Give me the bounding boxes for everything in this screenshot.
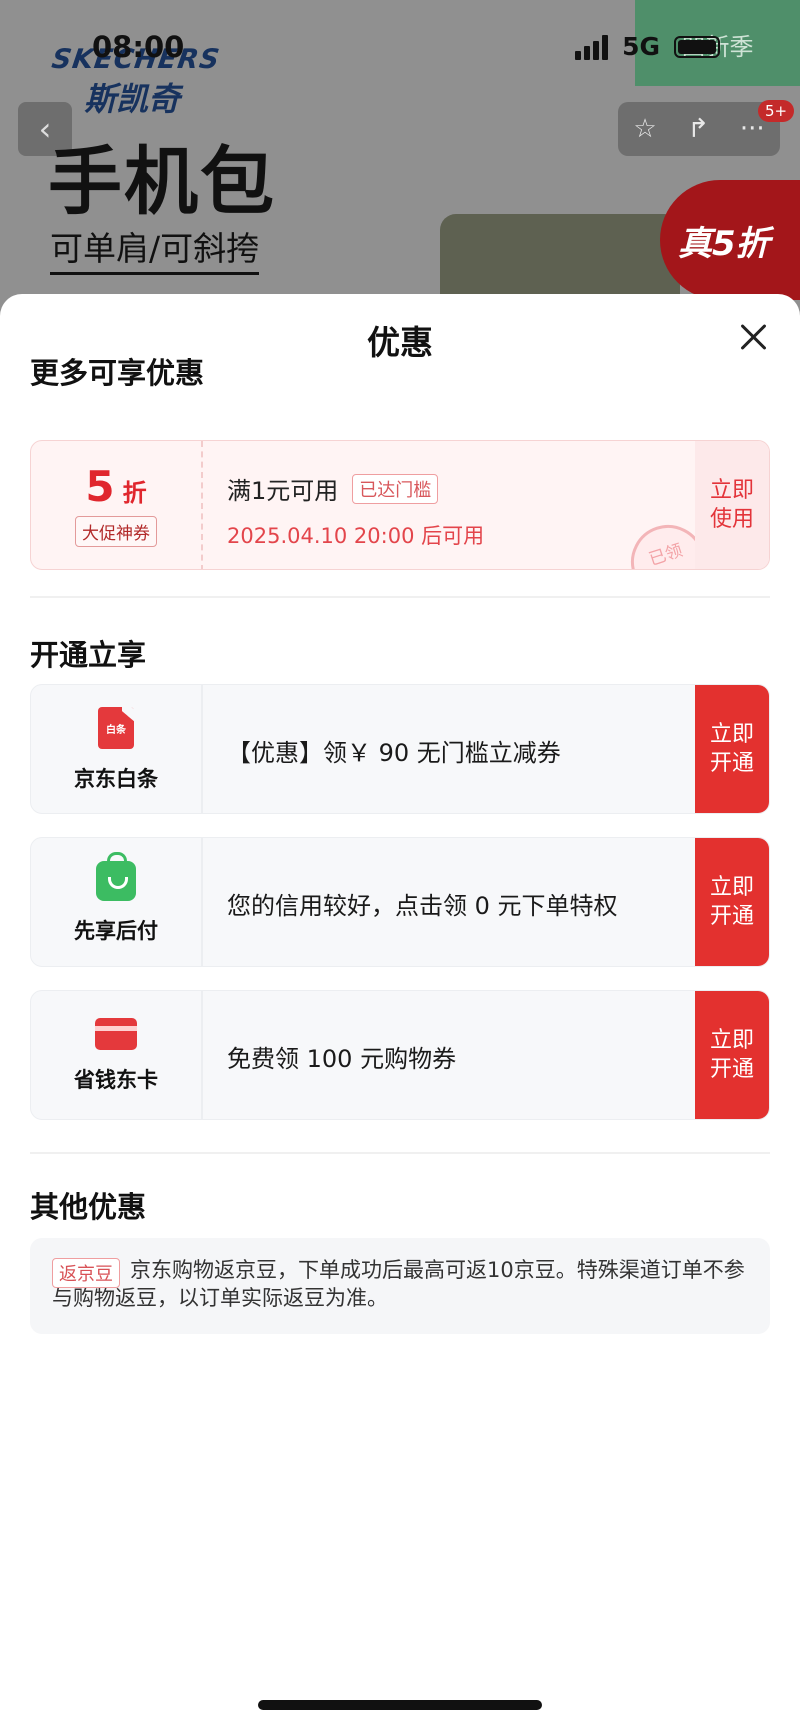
- coupon-card[interactable]: 5折 大促神券 满1元可用 已达门槛 2025.04.10 20:00 后可用 …: [30, 440, 770, 570]
- service-description: 您的信用较好，点击领 0 元下单特权: [227, 891, 618, 920]
- other-discount-box: 返京豆 京东购物返京豆，下单成功后最高可返10京豆。特殊渠道订单不参与购物返豆，…: [30, 1238, 770, 1334]
- coupon-value-block: 5折 大促神券: [31, 441, 203, 569]
- service-description: 【优惠】领￥ 90 无门槛立减券: [227, 738, 561, 767]
- product-title: 手机包: [48, 139, 276, 225]
- section-title-other: 其他优惠: [30, 1190, 147, 1224]
- discount-sheet: 优惠 更多可享优惠 5折 大促神券 满1元可用 已达门槛 2025.04.10 …: [0, 294, 800, 1730]
- service-name: 省钱东卡: [74, 1068, 158, 1092]
- top-action-bar: ☆ ↱ ···: [618, 102, 780, 156]
- baitiao-icon: 白条: [98, 707, 134, 749]
- use-now-button[interactable]: 立即使用: [695, 441, 769, 569]
- signal-icon: [575, 34, 609, 60]
- promo-badge: 真5折: [660, 180, 800, 300]
- divider: [30, 1152, 770, 1154]
- activate-now-button[interactable]: 立即开通: [695, 685, 769, 813]
- threshold-reached-tag: 已达门槛: [352, 473, 439, 504]
- product-subtitle: 可单肩/可斜挎: [50, 222, 260, 275]
- divider: [30, 596, 770, 598]
- service-name: 先享后付: [74, 919, 158, 943]
- activate-now-button[interactable]: 立即开通: [695, 838, 769, 966]
- brand-logo-cn: 斯凯奇: [84, 80, 181, 118]
- coupon-discount: 5折: [85, 461, 147, 511]
- network-label: 5G: [622, 32, 660, 61]
- service-row-pay-later[interactable]: 先享后付 您的信用较好，点击领 0 元下单特权 立即开通: [30, 837, 770, 967]
- section-title-more: 更多可享优惠: [30, 356, 205, 390]
- coupon-type-tag: 大促神券: [75, 515, 157, 547]
- coupon-available-time: 2025.04.10 20:00 后可用: [227, 524, 485, 548]
- status-icons: 5G: [575, 32, 720, 61]
- notification-badge: 5+: [758, 100, 795, 122]
- section-title-activate: 开通立享: [30, 638, 147, 672]
- status-time: 08:00: [92, 30, 185, 64]
- share-icon[interactable]: ↱: [687, 114, 709, 144]
- card-icon: [95, 1018, 137, 1050]
- service-row-savings-card[interactable]: 省钱东卡 免费领 100 元购物券 立即开通: [30, 990, 770, 1120]
- jingdou-tag: 返京豆: [52, 1258, 120, 1288]
- service-row-baitiao[interactable]: 白条 京东白条 【优惠】领￥ 90 无门槛立减券 立即开通: [30, 684, 770, 814]
- coupon-condition: 满1元可用: [227, 477, 339, 505]
- service-name: 京东白条: [74, 767, 158, 791]
- other-discount-text: 京东购物返京豆，下单成功后最高可返10京豆。特殊渠道订单不参与购物返豆，以订单实…: [52, 1258, 745, 1311]
- battery-icon: [674, 35, 720, 58]
- activate-now-button[interactable]: 立即开通: [695, 991, 769, 1119]
- close-icon[interactable]: [736, 320, 770, 354]
- shopping-bag-icon: [96, 852, 136, 901]
- star-icon[interactable]: ☆: [633, 114, 656, 144]
- product-page-background: SKECHERS 斯凯奇 凹新季 08:00 5G ‹ ☆ ↱ ··· 5+ 手…: [0, 0, 800, 320]
- home-indicator: [258, 1700, 542, 1710]
- service-description: 免费领 100 元购物券: [227, 1044, 457, 1073]
- coupon-info: 满1元可用 已达门槛 2025.04.10 20:00 后可用: [227, 471, 484, 550]
